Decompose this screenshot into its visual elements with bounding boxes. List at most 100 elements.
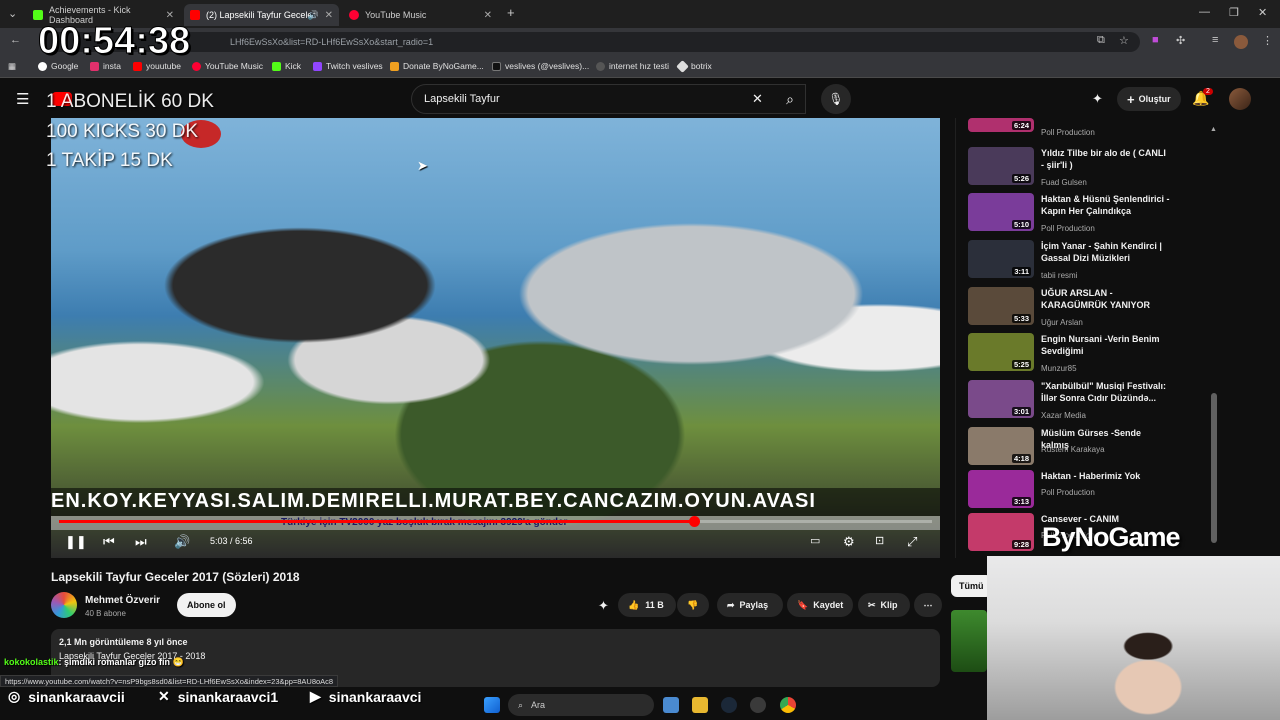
related-video-item[interactable]: 3:01 "Xarıbülbül" Musiqi Festivalı: İllə… <box>968 380 1218 424</box>
back-icon[interactable]: ← <box>10 34 21 46</box>
related-title: Engin Nursani -Verin Benim Sevdiğimi <box>1041 334 1160 356</box>
close-icon[interactable]: ✕ <box>484 10 492 21</box>
photos-app-icon[interactable] <box>663 697 679 713</box>
related-channel: Poll Production <box>1041 488 1095 497</box>
tab-label: (2) Lapsekili Tayfur Geceler <box>206 10 316 20</box>
media-control-icon[interactable]: ≡ <box>1212 34 1218 46</box>
more-actions-button[interactable]: ⋯ <box>914 593 942 617</box>
menu-icon[interactable]: ⋮ <box>1262 34 1273 47</box>
related-video-item[interactable]: 5:25 Engin Nursani -Verin Benim Sevdiğim… <box>968 333 1218 377</box>
sidebar-scrollbar[interactable] <box>1211 128 1217 548</box>
chat-message: kokokolastik: şimdiki romanlar gizo fin … <box>4 657 184 668</box>
like-count: 11 B <box>645 600 664 610</box>
hamburger-menu-icon[interactable]: ☰ <box>16 90 29 108</box>
apps-grid-icon[interactable]: ▦ <box>8 61 16 72</box>
speaker-icon[interactable]: 🔊 <box>308 10 319 21</box>
bookmark-youtube-music[interactable]: YouTube Music <box>192 61 263 71</box>
restore-icon[interactable]: ❐ <box>1229 6 1239 19</box>
bookmark-donate[interactable]: Donate ByNoGame... <box>390 61 484 71</box>
related-video-item[interactable]: 3:11 İçim Yanar - Şahin Kendirci | Gassa… <box>968 240 1218 284</box>
chrome-icon[interactable] <box>780 697 796 713</box>
share-button[interactable]: ➦ Paylaş <box>717 593 783 617</box>
related-video-item[interactable]: 3:13 Haktan - Haberimiz Yok Poll Product… <box>968 470 1218 514</box>
tab-youtube-music[interactable]: YouTube Music ✕ <box>343 4 498 26</box>
channel-name[interactable]: Mehmet Özverir <box>85 595 160 606</box>
settings-gear-icon[interactable]: ⚙ <box>843 534 855 550</box>
related-video-item[interactable]: 5:26 Yıldız Tilbe bir alo de ( CANLI - ş… <box>968 147 1218 191</box>
search-button[interactable]: ⌕ <box>770 84 810 114</box>
window-close-icon[interactable]: ✕ <box>1258 6 1267 19</box>
bookmark-veslives[interactable]: veslives (@veslives)... <box>492 61 589 71</box>
minimize-icon[interactable]: — <box>1199 6 1210 18</box>
dislike-button[interactable]: 👎 <box>677 593 709 617</box>
close-icon[interactable]: ✕ <box>325 10 333 21</box>
save-button[interactable]: 🔖 Kaydet <box>787 593 853 617</box>
like-button[interactable]: 👍 11 B <box>618 593 676 617</box>
bookmark-botrix[interactable]: botrix <box>676 59 712 73</box>
sponsor-logo-text: ByNoGame <box>1042 522 1181 552</box>
related-channel: Rüstem Karakaya <box>1041 445 1105 454</box>
youtube-icon <box>190 10 200 20</box>
obs-icon[interactable] <box>750 697 766 713</box>
profile-avatar[interactable] <box>1234 35 1248 49</box>
new-tab-icon[interactable]: + <box>507 5 515 20</box>
bookmark-label: Twitch veslives <box>326 61 383 71</box>
account-avatar[interactable] <box>1229 88 1251 110</box>
progress-scrubber-handle[interactable] <box>688 516 700 527</box>
instagram-icon: ◎ <box>8 688 21 704</box>
create-button[interactable]: + Oluştur <box>1117 87 1181 111</box>
extension-icon[interactable]: ■ <box>1152 34 1159 46</box>
subscribe-button[interactable]: Abone ol <box>177 593 236 617</box>
progress-bar[interactable] <box>59 516 932 527</box>
related-video-item[interactable]: 4:18 Müslüm Gürses -Sende kalmış Rüstem … <box>968 427 1218 471</box>
next-icon[interactable]: ⏭ <box>135 534 147 550</box>
channel-avatar[interactable] <box>51 592 77 618</box>
previous-icon[interactable]: ⏮ <box>103 534 115 550</box>
duration-badge: 3:13 <box>1011 497 1031 506</box>
video-player[interactable]: EN.KOY.KEYYASI.SALIM.DEMIRELLI.MURAT.BEY… <box>51 118 940 558</box>
bookmark-kick[interactable]: Kick <box>272 61 301 71</box>
fullscreen-icon[interactable]: ⤢ <box>907 534 917 550</box>
pause-icon[interactable]: ❚❚ <box>65 534 87 550</box>
clip-button[interactable]: ✂ Klip <box>858 593 910 617</box>
taskbar-search[interactable]: ⌕ Ara <box>508 694 654 716</box>
progress-bar-fill <box>59 520 694 523</box>
botrix-icon <box>676 59 689 73</box>
volume-icon[interactable]: 🔊 <box>174 534 190 550</box>
filter-chip-all[interactable]: Tümü <box>951 575 992 597</box>
extensions-puzzle-icon[interactable]: ✣ <box>1176 34 1185 47</box>
bookmark-star-icon[interactable]: ☆ <box>1119 34 1129 47</box>
windows-start-icon[interactable] <box>484 697 500 713</box>
channel-subscriber-count: 40 B abone <box>85 609 126 618</box>
related-channel: tabii resmi <box>1041 271 1078 280</box>
url-field[interactable]: LHf6EwSsXo&list=RD-LHf6EwSsXo&start_radi… <box>40 32 1140 52</box>
views-and-date: 2,1 Mn görüntüleme 8 yıl önce <box>59 637 188 647</box>
premium-sparkle-icon[interactable]: ✦ <box>598 598 609 614</box>
video-thumbnail[interactable] <box>951 610 987 672</box>
tab-search-icon[interactable]: ⌄ <box>8 7 17 20</box>
cast-premium-icon[interactable]: ✦ <box>1092 91 1103 107</box>
search-icon: ⌕ <box>518 699 524 710</box>
related-video-item[interactable]: 5:10 Haktan & Hüsnü Şenlendirici - Kapın… <box>968 193 1218 237</box>
file-explorer-icon[interactable] <box>692 697 708 713</box>
related-channel: Poll Production <box>1041 128 1095 137</box>
scroll-up-arrow-icon[interactable]: ▲ <box>1210 126 1217 133</box>
scrollbar-thumb[interactable] <box>1211 393 1217 543</box>
plus-icon: + <box>1127 91 1135 107</box>
donate-icon <box>390 61 399 71</box>
close-icon[interactable]: ✕ <box>166 10 174 21</box>
tab-youtube-video[interactable]: (2) Lapsekili Tayfur Geceler 🔊 ✕ <box>184 4 339 26</box>
link-status-url: https://www.youtube.com/watch?v=nsP9bgs8… <box>0 675 339 687</box>
video-thumbnail: 3:11 <box>968 240 1034 278</box>
windows-taskbar: ⌕ Ara <box>470 690 810 720</box>
bookmark-speedtest[interactable]: internet hız testi <box>596 61 669 71</box>
subtitles-icon[interactable]: ▭ <box>810 534 820 547</box>
voice-search-button[interactable]: 🎙 <box>821 84 851 114</box>
install-app-icon[interactable]: ⧉ <box>1097 34 1105 47</box>
clear-search-icon[interactable]: ✕ <box>752 91 763 107</box>
search-input[interactable]: Lapsekili Tayfur <box>411 84 806 114</box>
bookmark-twitch[interactable]: Twitch veslives <box>313 61 383 71</box>
related-video-item[interactable]: 5:33 UĞUR ARSLAN - KARAGÜMRÜK YANIYOR Uğ… <box>968 287 1218 331</box>
steam-icon[interactable] <box>721 697 737 713</box>
miniplayer-icon[interactable]: ⊡ <box>875 534 884 547</box>
